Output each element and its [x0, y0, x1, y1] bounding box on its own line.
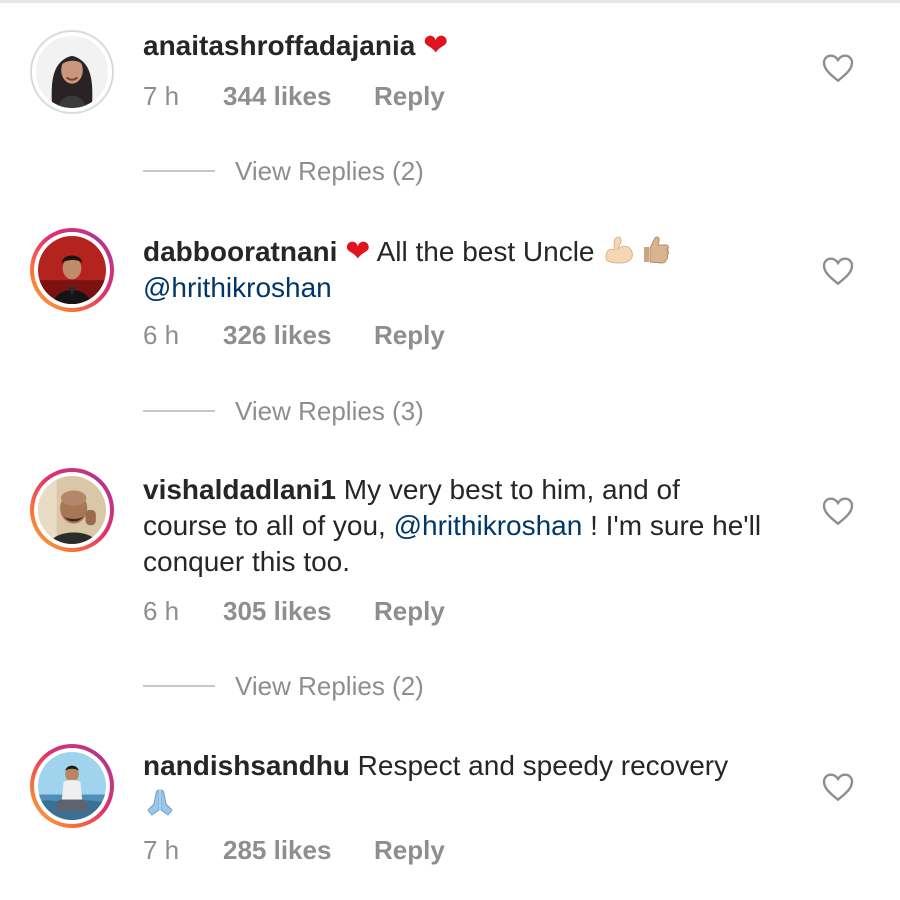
replies-divider	[143, 410, 215, 412]
comment-likes[interactable]: 326 likes	[223, 318, 374, 352]
comment-text: vishaldadlani1 My very best to him, and …	[143, 472, 763, 580]
comment-time: 7 h	[143, 81, 180, 111]
comment-meta: 6 h 305 likes Reply	[143, 594, 445, 628]
view-replies-button[interactable]: View Replies (2)	[143, 154, 424, 188]
folded-hands-icon	[143, 784, 177, 818]
comment-username[interactable]: anaitashroffadajania	[143, 30, 415, 61]
replies-divider	[143, 685, 215, 687]
comment-time: 6 h	[143, 320, 180, 350]
reply-button[interactable]: Reply	[374, 833, 445, 867]
view-replies-button[interactable]: View Replies (3)	[143, 394, 424, 428]
profile-photo-nandishsandhu	[38, 752, 106, 820]
comment-text: anaitashroffadajania ❤	[143, 28, 763, 64]
heart-outline-icon[interactable]	[822, 256, 854, 286]
heart-outline-icon[interactable]	[822, 496, 854, 526]
comment-meta: 7 h 344 likes Reply	[143, 79, 445, 113]
comment-body: Respect and speedy recovery	[349, 750, 729, 781]
top-divider	[0, 0, 900, 3]
avatar[interactable]	[30, 30, 114, 114]
heart-outline-icon[interactable]	[822, 53, 854, 83]
flexed-biceps-icon	[602, 232, 636, 266]
comment-time: 6 h	[143, 596, 180, 626]
comment-body: All the best Uncle	[370, 236, 603, 267]
comment-text: dabbooratnani ❤ All the best Uncle @hrit…	[143, 232, 763, 306]
comment-meta: 7 h 285 likes Reply	[143, 833, 445, 867]
comment-username[interactable]: dabbooratnani	[143, 236, 337, 267]
heart-outline-icon[interactable]	[822, 772, 854, 802]
comment-likes[interactable]: 285 likes	[223, 833, 374, 867]
view-replies-button[interactable]: View Replies (2)	[143, 669, 424, 703]
mention-link[interactable]: @hrithikroshan	[394, 510, 583, 541]
thumbs-up-icon	[638, 232, 672, 266]
comment-text: nandishsandhu Respect and speedy recover…	[143, 748, 763, 822]
replies-divider	[143, 170, 215, 172]
view-replies-label: View Replies (2)	[235, 155, 424, 186]
avatar[interactable]	[30, 744, 114, 828]
profile-photo-dabbooratnani	[38, 236, 106, 304]
profile-photo-anaitashroffadajania	[36, 36, 108, 108]
comment-meta: 6 h 326 likes Reply	[143, 318, 445, 352]
comment-time: 7 h	[143, 835, 180, 865]
comment-likes[interactable]: 305 likes	[223, 594, 374, 628]
avatar[interactable]	[30, 468, 114, 552]
avatar[interactable]	[30, 228, 114, 312]
view-replies-label: View Replies (2)	[235, 670, 424, 701]
comment-username[interactable]: nandishsandhu	[143, 750, 350, 781]
profile-photo-vishaldadlani1	[38, 476, 106, 544]
reply-button[interactable]: Reply	[374, 594, 445, 628]
mention-link[interactable]: @hrithikroshan	[143, 272, 332, 303]
reply-button[interactable]: Reply	[374, 79, 445, 113]
comment-likes[interactable]: 344 likes	[223, 79, 374, 113]
reply-button[interactable]: Reply	[374, 318, 445, 352]
comment-username[interactable]: vishaldadlani1	[143, 474, 336, 505]
red-heart-emoji-icon: ❤	[423, 29, 449, 62]
red-heart-emoji-icon: ❤	[345, 235, 371, 268]
view-replies-label: View Replies (3)	[235, 395, 424, 426]
